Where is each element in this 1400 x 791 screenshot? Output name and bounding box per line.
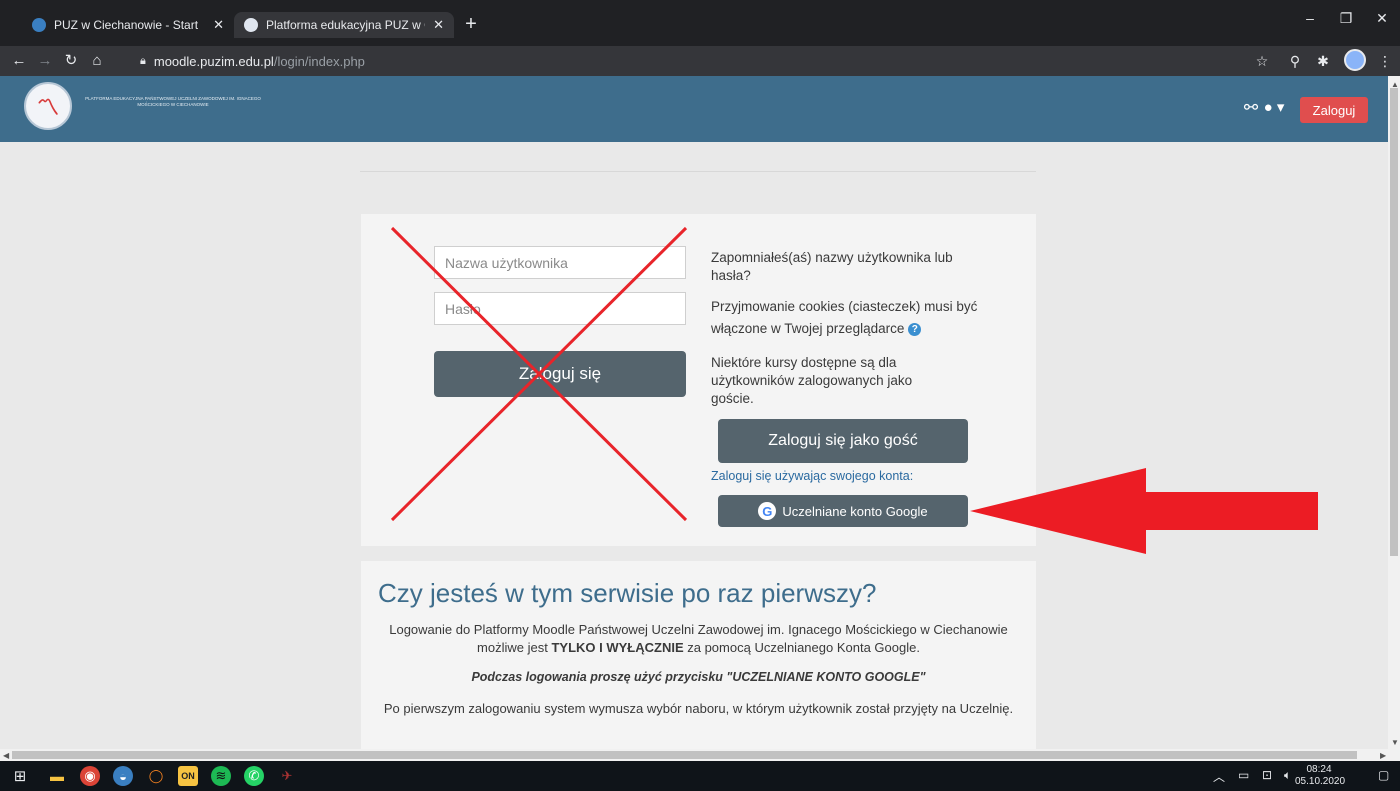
divider [360, 171, 1036, 172]
language-menu-icon[interactable]: ● ▾ [1254, 98, 1294, 118]
logo-text: PLATFORMA EDUKACYJNA PAŃSTWOWEJ UCZELNI … [85, 96, 261, 107]
oauth-label: Zaloguj się używając swojego konta: [711, 469, 914, 483]
password-input[interactable]: Hasło [434, 292, 686, 325]
google-icon: G [758, 502, 777, 520]
browser-toolbar: ← → ↻ ⌂ 🔒︎ moodle.puzim.edu.pl /login/in… [0, 46, 1400, 76]
volume-icon[interactable]: 🔈︎ [1284, 768, 1291, 783]
help-icon[interactable]: ? [908, 322, 922, 336]
scroll-down-icon[interactable]: ▼ [1391, 738, 1399, 747]
windows-taskbar: ⊞ ▬ ◉ ◒ ◯ ON ≋ ✆ ✈ ︿ ▭ ⊡ 🔈︎ ▢ [0, 761, 1400, 791]
extensions-icon[interactable]: ✱ [1314, 52, 1332, 70]
scroll-right-icon[interactable]: ▶ [1380, 751, 1386, 760]
location-icon[interactable]: ⚲ [1286, 52, 1304, 70]
tab-title: PUZ w Ciechanowie - Start [54, 18, 199, 32]
notifications-icon[interactable]: ▢ [1378, 768, 1389, 782]
bookmark-star-icon[interactable]: ☆ [1253, 52, 1271, 70]
minimize-icon[interactable]: – [1300, 10, 1320, 26]
google-login-button[interactable]: G Uczelniane konto Google [718, 495, 968, 527]
forgot-password-link[interactable]: Zapomniałeś(aś) nazwy użytkownika lub ha… [711, 249, 981, 285]
url-path: /login/index.php [273, 53, 365, 69]
maximize-icon[interactable]: ❐ [1336, 10, 1356, 27]
username-input[interactable]: Nazwa użytkownika [434, 246, 686, 279]
scroll-thumb[interactable] [1390, 88, 1398, 556]
close-tab-icon[interactable]: ✕ [213, 17, 224, 33]
tray-chevron-icon[interactable]: ︿ [1213, 768, 1225, 785]
site-header: 〽 PLATFORMA EDUKACYJNA PAŃSTWOWEJ UCZELN… [0, 76, 1388, 142]
info-paragraph-2: Podczas logowania proszę użyć przycisku … [471, 670, 926, 684]
app-icon[interactable]: ✈ [277, 766, 297, 786]
forward-icon[interactable]: → [36, 52, 54, 70]
battery-icon[interactable]: ▭ [1238, 768, 1249, 782]
profile-avatar[interactable] [1344, 49, 1366, 71]
menu-icon[interactable]: ⋮ [1376, 52, 1394, 70]
google-button-label: Uczelniane konto Google [782, 503, 928, 519]
tab-title: Platforma edukacyjna PUZ w Cie [266, 18, 426, 32]
site-favicon-icon [32, 18, 46, 32]
tab-platforma[interactable]: Platforma edukacyjna PUZ w Cie ✕ [234, 12, 454, 38]
vertical-scrollbar[interactable] [1388, 76, 1400, 749]
info-title: Czy jesteś w tym serwisie po raz pierwsz… [378, 578, 877, 608]
browser-tab-strip: PUZ w Ciechanowie - Start ✕ Platforma ed… [0, 0, 1400, 46]
scroll-left-icon[interactable]: ◀ [3, 751, 9, 760]
tab-puz-start[interactable]: PUZ w Ciechanowie - Start ✕ [22, 12, 234, 38]
whatsapp-icon[interactable]: ✆ [244, 766, 264, 786]
clock-time: 08:24 [1306, 764, 1332, 775]
info-emphasis: TYLKO I WYŁĄCZNIE [551, 640, 684, 655]
windows-start-icon[interactable]: ⊞ [10, 766, 30, 786]
home-icon[interactable]: ⌂ [88, 52, 106, 70]
university-logo[interactable]: 〽 [24, 82, 72, 130]
reload-icon[interactable]: ↻ [62, 52, 80, 70]
moodle-favicon-icon [244, 18, 258, 32]
header-login-button[interactable]: Zaloguj [1300, 97, 1368, 123]
horizontal-scrollbar[interactable] [0, 749, 1400, 761]
url-host: moodle.puzim.edu.pl [153, 53, 274, 69]
origin-icon[interactable]: ◯ [146, 766, 166, 786]
cookies-notice: Przyjmowanie cookies (ciasteczek) musi b… [711, 296, 981, 340]
info-paragraph-3: Po pierwszym zalogowaniu system wymusza … [383, 701, 1014, 716]
chrome-icon[interactable]: ◉ [80, 766, 100, 786]
on-app-icon[interactable]: ON [178, 766, 198, 786]
scroll-thumb[interactable] [12, 751, 1357, 759]
guest-info: Niektóre kursy dostępne są dla użytkowni… [711, 355, 913, 406]
network-icon[interactable]: ⊡ [1262, 768, 1272, 782]
guest-login-button[interactable]: Zaloguj się jako gość [718, 419, 968, 463]
info-paragraph-1: Logowanie do Platformy Moodle Państwowej… [371, 621, 1026, 657]
new-tab-button[interactable]: + [460, 14, 482, 34]
lock-icon: 🔒︎ [140, 54, 146, 67]
browser-app-icon[interactable]: ◒ [113, 766, 133, 786]
spotify-icon[interactable]: ≋ [211, 766, 231, 786]
taskbar-clock[interactable]: 08:24 05.10.2020 [1295, 764, 1346, 788]
address-bar[interactable]: 🔒︎ moodle.puzim.edu.pl /login/index.php [140, 50, 1236, 72]
cookies-text: Przyjmowanie cookies (ciasteczek) musi b… [711, 299, 978, 336]
close-tab-icon[interactable]: ✕ [433, 17, 444, 33]
back-icon[interactable]: ← [10, 52, 28, 70]
clock-date: 05.10.2020 [1295, 776, 1346, 787]
login-button[interactable]: Zaloguj się [434, 351, 686, 397]
close-window-icon[interactable]: ✕ [1372, 10, 1392, 27]
info-text: za pomocą Uczelnianego Konta Google. [683, 640, 920, 655]
file-explorer-icon[interactable]: ▬ [47, 766, 67, 786]
scroll-up-icon[interactable]: ▲ [1391, 80, 1399, 89]
